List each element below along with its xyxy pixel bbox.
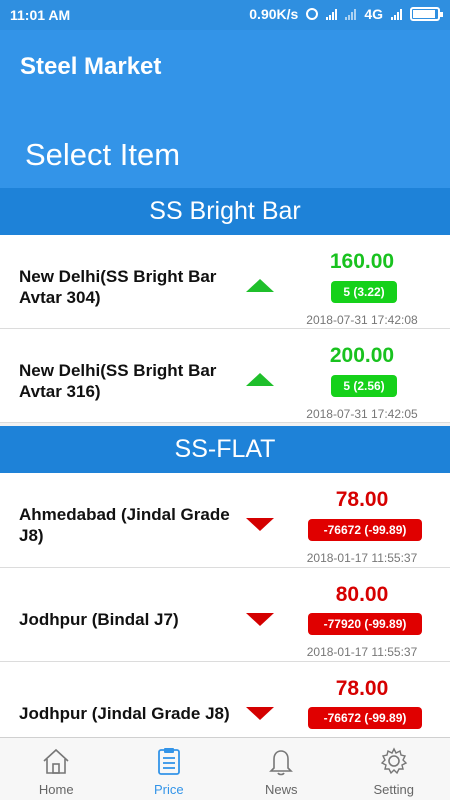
network-type: 4G — [364, 6, 383, 22]
tab-news[interactable]: News — [225, 738, 338, 800]
signal-icon — [326, 8, 338, 20]
status-time: 11:01 AM — [10, 7, 71, 23]
up-arrow-icon — [246, 279, 274, 292]
item-name: Ahmedabad (Jindal Grade J8) — [19, 505, 230, 545]
change-badge: 5 (3.22) — [331, 281, 397, 303]
change-badge: -76672 (-99.89) — [308, 707, 422, 729]
list-item[interactable]: New Delhi(SS Bright Bar Avtar 304) 160.0… — [0, 235, 450, 329]
app-title: Steel Market — [20, 53, 162, 80]
gear-icon — [380, 747, 407, 775]
item-timestamp: 2018-01-17 11:55:37 — [306, 551, 418, 565]
change-badge: 5 (2.56) — [331, 375, 397, 397]
item-price: 78.00 — [335, 488, 389, 511]
clipboard-icon — [157, 748, 180, 775]
app-bar: Steel Market Select Item — [0, 30, 450, 188]
home-icon — [43, 748, 69, 774]
item-timestamp: 2018-07-31 17:42:08 — [306, 313, 418, 327]
tab-label: Price — [153, 782, 184, 797]
page-subtitle: Select Item — [25, 137, 181, 172]
down-arrow-icon — [246, 518, 274, 531]
item-price: 80.00 — [335, 583, 389, 606]
change-badge: -77920 (-99.89) — [308, 613, 422, 635]
battery-icon — [410, 7, 443, 21]
list-item[interactable]: Jodhpur (Jindal Grade J8) 78.00 -76672 (… — [0, 662, 450, 737]
item-name: New Delhi(SS Bright Bar Avtar 316) — [19, 361, 217, 401]
item-timestamp: 2018-07-31 17:42:05 — [306, 407, 418, 421]
tab-home[interactable]: Home — [0, 738, 113, 800]
list-item[interactable]: New Delhi(SS Bright Bar Avtar 316) 200.0… — [0, 329, 450, 423]
bell-icon — [269, 750, 294, 776]
tab-label: News — [264, 782, 298, 797]
down-arrow-icon — [246, 613, 274, 626]
section-header: SS Bright Bar — [0, 188, 450, 235]
status-bar: 11:01 AM 0.90K/s 4G — [0, 0, 450, 30]
tab-label: Setting — [373, 782, 414, 797]
up-arrow-icon — [246, 373, 274, 386]
item-price: 200.00 — [329, 344, 395, 367]
list-item[interactable]: Ahmedabad (Jindal Grade J8) 78.00 -76672… — [0, 473, 450, 568]
status-icons: 0.90K/s 4G — [249, 6, 443, 22]
tab-price[interactable]: Price — [113, 738, 226, 800]
item-name: Jodhpur (Jindal Grade J8) — [19, 704, 230, 723]
tab-label: Home — [38, 782, 74, 797]
tab-setting[interactable]: Setting — [338, 738, 450, 800]
alarm-icon — [306, 8, 319, 20]
section-header: SS-FLAT — [0, 426, 450, 473]
change-badge: -76672 (-99.89) — [308, 519, 422, 541]
list-item[interactable]: Jodhpur (Bindal J7) 80.00 -77920 (-99.89… — [0, 568, 450, 662]
item-price: 160.00 — [329, 250, 395, 273]
down-arrow-icon — [246, 707, 274, 720]
bottom-tab-bar: Home Price News Setting — [0, 737, 450, 800]
item-name: New Delhi(SS Bright Bar Avtar 304) — [19, 267, 217, 307]
item-name: Jodhpur (Bindal J7) — [19, 610, 179, 629]
item-timestamp: 2018-01-17 11:55:37 — [306, 645, 418, 659]
signal-icon — [345, 8, 357, 20]
item-price: 78.00 — [335, 677, 389, 700]
signal-icon — [391, 8, 402, 20]
network-speed: 0.90K/s — [249, 6, 299, 22]
